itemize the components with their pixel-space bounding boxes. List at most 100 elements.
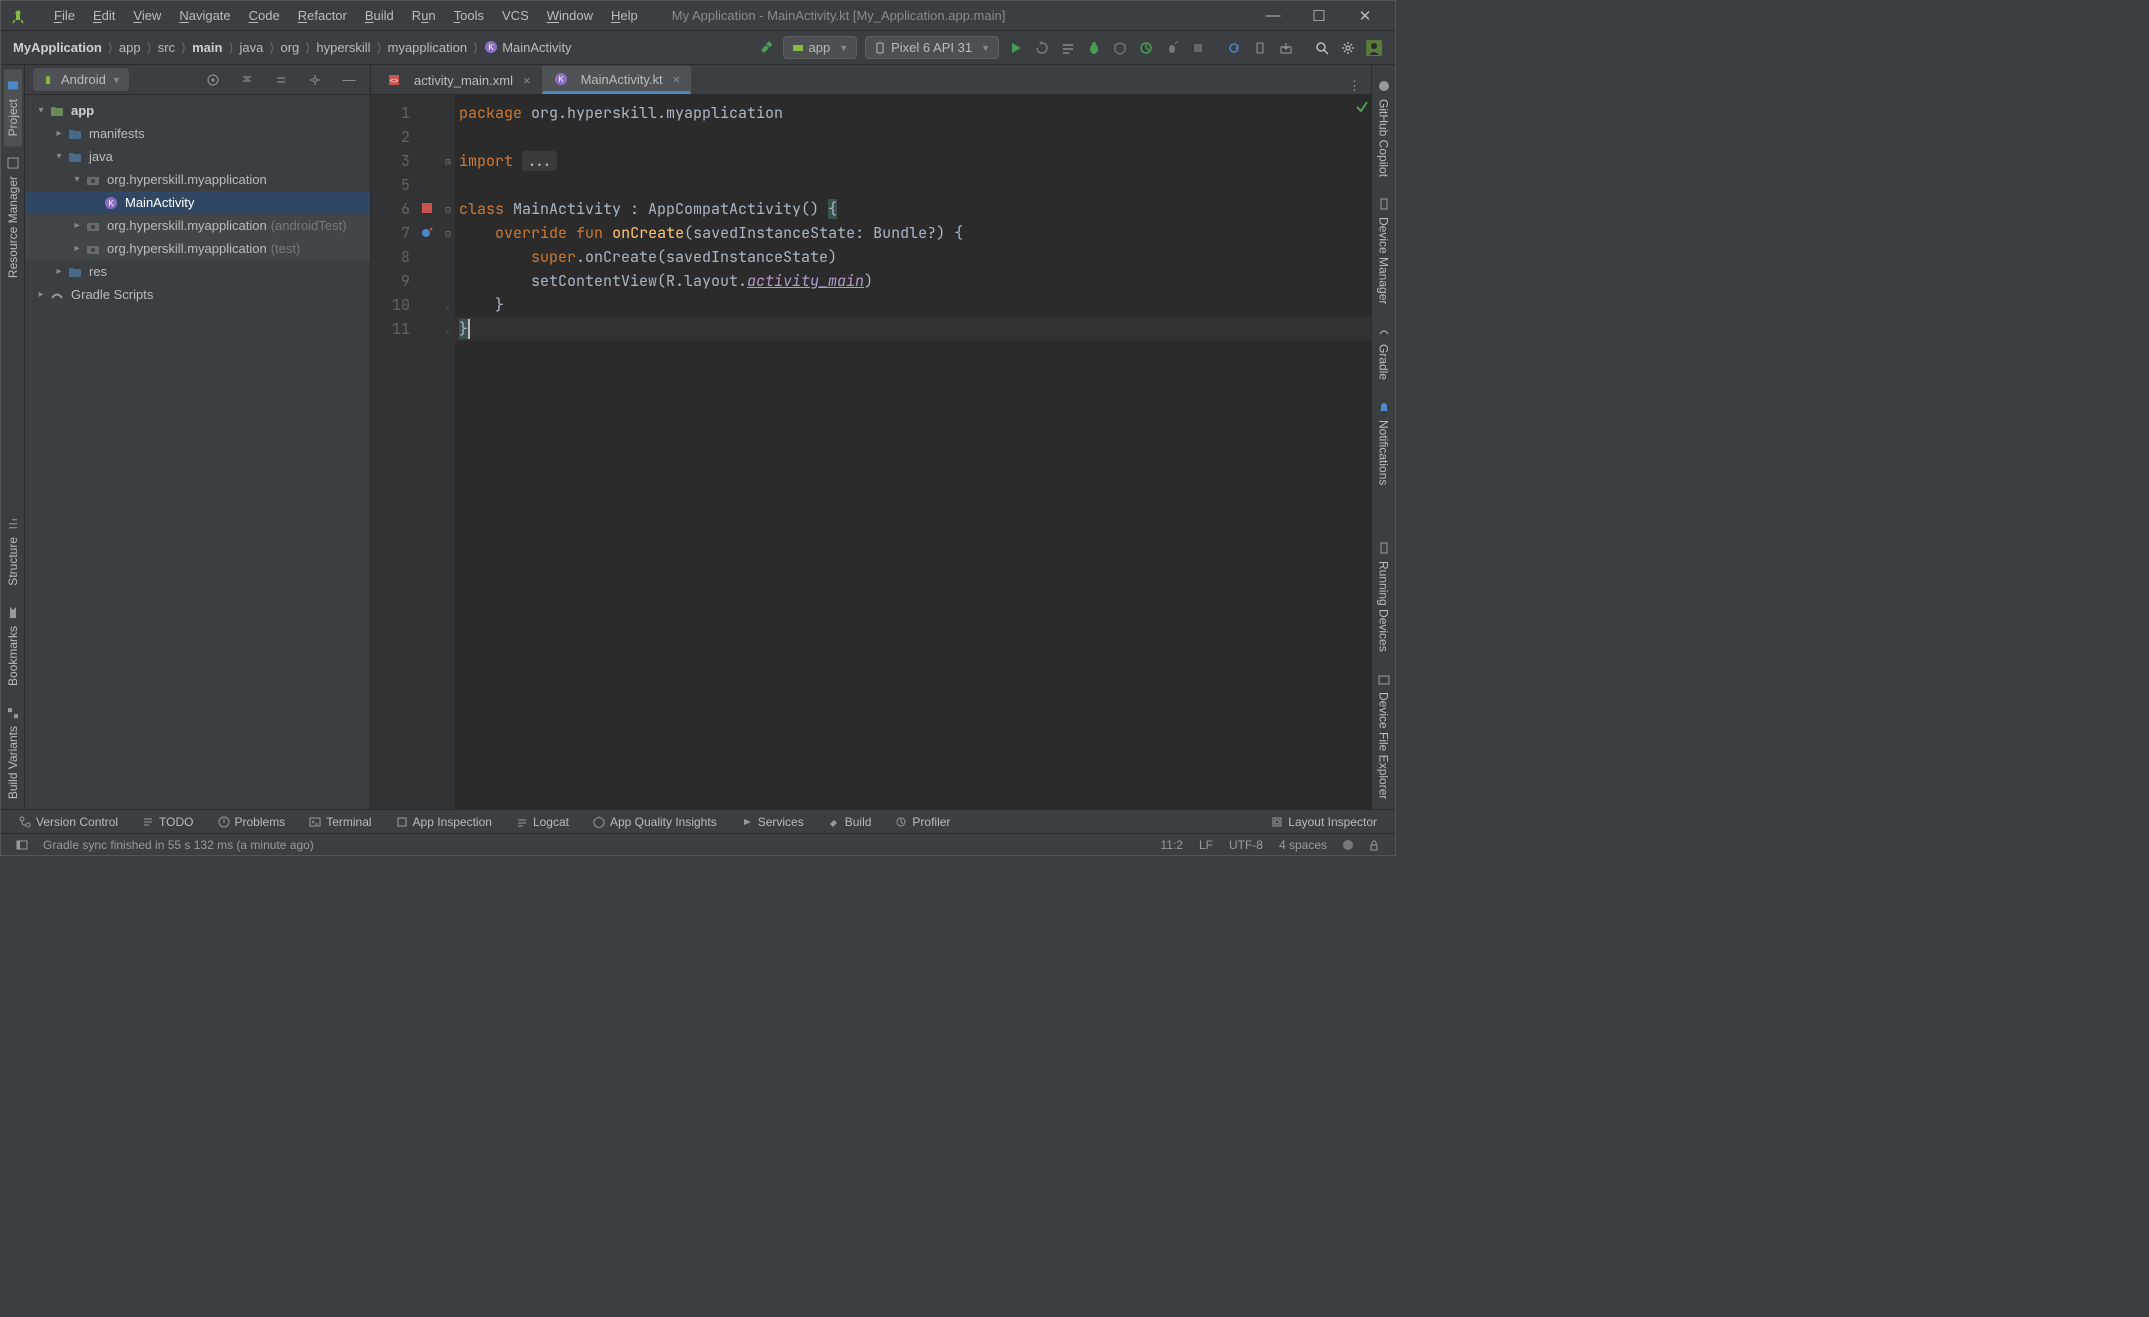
hide-sidebar-icon[interactable]: — <box>338 69 360 91</box>
tool-windows-icon[interactable] <box>11 834 33 856</box>
debug-icon[interactable] <box>1083 37 1105 59</box>
override-icon[interactable] <box>420 225 434 239</box>
sync-gradle-icon[interactable] <box>1223 37 1245 59</box>
code-line[interactable]: super.onCreate(savedInstanceState) <box>455 245 1371 269</box>
editor-tab[interactable]: <>activity_main.xml× <box>375 66 542 94</box>
bottom-version-control[interactable]: Version Control <box>9 815 128 829</box>
settings-gear-icon[interactable] <box>1337 37 1359 59</box>
device-selector[interactable]: Pixel 6 API 31 ▼ <box>865 36 999 59</box>
code-line[interactable]: } <box>455 317 1371 341</box>
editor-tabs-menu-icon[interactable]: ⋮ <box>1338 78 1371 94</box>
tree-row[interactable]: ▸org.hyperskill.myapplication(test) <box>25 237 370 260</box>
code-line[interactable] <box>455 125 1371 149</box>
run-icon[interactable] <box>1005 37 1027 59</box>
window-close-icon[interactable]: ✕ <box>1351 7 1379 25</box>
status-line-sep[interactable]: LF <box>1191 838 1221 852</box>
fold-mark-icon[interactable]: ⌞ <box>441 293 455 317</box>
rail-structure[interactable]: Structure <box>4 507 22 596</box>
tree-arrow-icon[interactable]: ▸ <box>51 266 67 277</box>
breadcrumb-item[interactable]: main <box>188 40 226 55</box>
rail-device-manager[interactable]: Device Manager <box>1375 187 1393 314</box>
apply-changes-icon[interactable] <box>1031 37 1053 59</box>
status-indent[interactable]: 4 spaces <box>1271 838 1335 852</box>
menu-refactor[interactable]: Refactor <box>289 8 356 23</box>
readonly-lock-icon[interactable] <box>1363 834 1385 856</box>
fold-mark-icon[interactable] <box>441 269 455 293</box>
breadcrumb-item[interactable]: src <box>154 40 179 55</box>
close-icon[interactable]: × <box>523 73 531 88</box>
expand-all-icon[interactable] <box>236 69 258 91</box>
rail-device-file-explorer[interactable]: Device File Explorer <box>1375 662 1393 809</box>
rail-bookmarks[interactable]: Bookmarks <box>4 596 22 696</box>
stop-icon[interactable] <box>1187 37 1209 59</box>
code-editor[interactable]: 123567891011 ⊞ ⊟⊟ ⌞⌞ package org.hyperskil… <box>371 95 1371 809</box>
bottom-profiler[interactable]: Profiler <box>885 815 960 829</box>
rail-github-copilot[interactable]: GitHub Copilot <box>1375 69 1393 187</box>
user-avatar-icon[interactable] <box>1363 37 1385 59</box>
fold-mark-icon[interactable] <box>441 101 455 125</box>
collapse-all-icon[interactable] <box>270 69 292 91</box>
window-minimize-icon[interactable]: — <box>1259 7 1287 25</box>
bottom-problems[interactable]: Problems <box>208 815 296 829</box>
tree-row[interactable]: ▸org.hyperskill.myapplication(androidTes… <box>25 214 370 237</box>
tree-settings-gear-icon[interactable] <box>304 69 326 91</box>
bottom-build[interactable]: Build <box>818 815 882 829</box>
menu-vcs[interactable]: VCS <box>493 8 538 23</box>
build-hammer-icon[interactable] <box>755 37 777 59</box>
profile-icon[interactable] <box>1135 37 1157 59</box>
tree-arrow-icon[interactable]: ▾ <box>33 105 49 116</box>
code-line[interactable]: import ... <box>455 149 1371 173</box>
fold-mark-icon[interactable] <box>441 245 455 269</box>
avd-manager-icon[interactable] <box>1249 37 1271 59</box>
tree-arrow-icon[interactable]: ▾ <box>51 151 67 162</box>
tree-row[interactable]: ▸manifests <box>25 122 370 145</box>
breadcrumb-item[interactable]: KMainActivity <box>480 40 575 55</box>
select-opened-file-icon[interactable] <box>202 69 224 91</box>
editor-tab[interactable]: KMainActivity.kt× <box>542 66 692 94</box>
fold-mark-icon[interactable]: ⊟ <box>441 221 455 245</box>
code-line[interactable]: } <box>455 293 1371 317</box>
tree-row[interactable]: ▸Gradle Scripts <box>25 283 370 306</box>
bottom-app-inspection[interactable]: App Inspection <box>386 815 502 829</box>
tree-arrow-icon[interactable]: ▸ <box>69 243 85 254</box>
breadcrumb-item[interactable]: myapplication <box>384 40 472 55</box>
tree-row[interactable]: ▾java <box>25 145 370 168</box>
status-encoding[interactable]: UTF-8 <box>1221 838 1271 852</box>
breadcrumb-item[interactable]: app <box>115 40 145 55</box>
fold-column[interactable]: ⊞ ⊟⊟ ⌞⌞ <box>441 95 455 809</box>
rail-running-devices[interactable]: Running Devices <box>1375 531 1393 662</box>
menu-view[interactable]: View <box>124 8 170 23</box>
fold-mark-icon[interactable]: ⌞ <box>441 317 455 341</box>
code-line[interactable]: class MainActivity : AppCompatActivity()… <box>455 197 1371 221</box>
tree-row[interactable]: ▾org.hyperskill.myapplication <box>25 168 370 191</box>
attach-debugger-icon[interactable] <box>1161 37 1183 59</box>
inspection-marker[interactable] <box>1355 99 1369 113</box>
code-content[interactable]: package org.hyperskill.myapplication impo… <box>455 95 1371 809</box>
menu-build[interactable]: Build <box>356 8 403 23</box>
code-line[interactable]: package org.hyperskill.myapplication <box>455 101 1371 125</box>
code-line[interactable]: override fun onCreate(savedInstanceState… <box>455 221 1371 245</box>
project-view-selector[interactable]: Android ▼ <box>33 68 129 91</box>
tree-row[interactable]: ▾app <box>25 99 370 122</box>
breadcrumb-item[interactable]: org <box>276 40 303 55</box>
copilot-status-icon[interactable] <box>1337 834 1359 856</box>
fold-mark-icon[interactable] <box>441 173 455 197</box>
bottom-layout-inspector[interactable]: Layout Inspector <box>1261 815 1387 829</box>
close-icon[interactable]: × <box>673 72 681 87</box>
rail-project[interactable]: Project <box>4 69 22 146</box>
rail-gradle[interactable]: Gradle <box>1375 314 1393 390</box>
breadcrumb-item[interactable]: MyApplication <box>9 40 106 55</box>
breadcrumb-item[interactable]: hyperskill <box>312 40 374 55</box>
tree-row[interactable]: ▸res <box>25 260 370 283</box>
fold-mark-icon[interactable]: ⊟ <box>441 197 455 221</box>
breadcrumb-item[interactable]: java <box>236 40 268 55</box>
window-maximize-icon[interactable]: ☐ <box>1305 7 1333 25</box>
sdk-manager-icon[interactable] <box>1275 37 1297 59</box>
bottom-logcat[interactable]: Logcat <box>506 815 579 829</box>
tree-arrow-icon[interactable]: ▾ <box>69 174 85 185</box>
menu-edit[interactable]: Edit <box>84 8 124 23</box>
menu-window[interactable]: Window <box>538 8 602 23</box>
line-gutter[interactable]: 123567891011 <box>371 95 441 809</box>
fold-mark-icon[interactable]: ⊞ <box>441 149 455 173</box>
menu-tools[interactable]: Tools <box>445 8 493 23</box>
